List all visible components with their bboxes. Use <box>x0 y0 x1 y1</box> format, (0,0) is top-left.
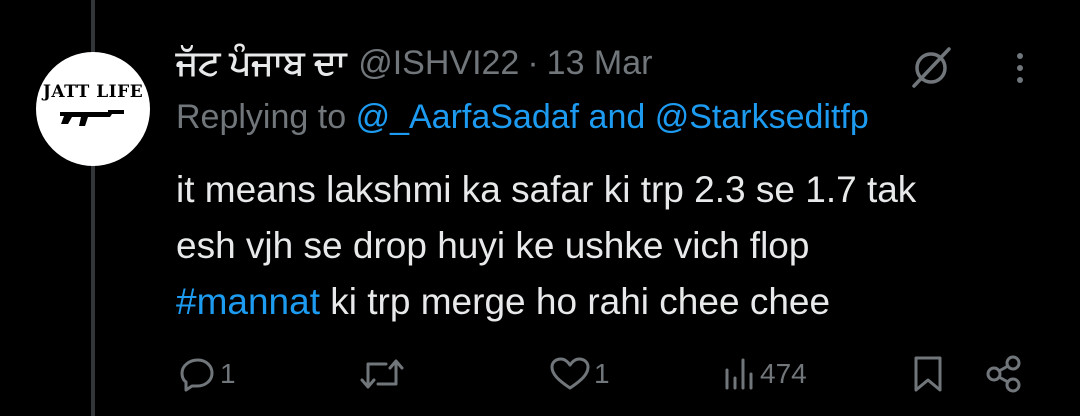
tweet-text-line: #mannat ki trp merge ho rahi chee chee <box>176 274 1056 330</box>
retweet-icon <box>360 359 404 389</box>
action-bar: 1 1 474 <box>0 350 1080 400</box>
share-icon <box>986 355 1021 393</box>
replying-mentions[interactable]: @_AarfaSadaf and @Starkseditfp <box>356 98 869 136</box>
reply-button[interactable]: 1 <box>178 350 236 398</box>
views-count: 474 <box>760 358 807 389</box>
like-count: 1 <box>594 358 610 389</box>
replying-to: Replying to @_AarfaSadaf and @Starksedit… <box>176 98 869 137</box>
more-vertical-icon[interactable] <box>1005 48 1035 88</box>
views-button[interactable]: 474 <box>722 350 807 398</box>
separator-dot: · <box>527 43 539 82</box>
hashtag-link[interactable]: #mannat <box>176 281 320 322</box>
heart-icon <box>550 357 590 390</box>
tweet-header: ਜੱਟ ਪੰਜਾਬ ਦਾ @ISHVI22 · 13 Mar <box>176 38 653 88</box>
views-icon <box>725 358 753 390</box>
bookmark-icon <box>914 356 942 392</box>
grok-icon[interactable] <box>907 44 955 92</box>
user-handle[interactable]: @ISHVI22 <box>358 44 519 83</box>
retweet-button[interactable] <box>358 350 408 398</box>
display-name[interactable]: ਜੱਟ ਪੰਜਾਬ ਦਾ <box>176 44 346 83</box>
tweet-text-line: esh vjh se drop huyi ke ushke vich flop <box>176 225 810 266</box>
tweet-text-line: it means lakshmi ka safar ki trp 2.3 se … <box>176 169 917 210</box>
tweet-text: it means lakshmi ka safar ki trp 2.3 se … <box>176 162 1056 330</box>
like-button[interactable]: 1 <box>548 350 610 398</box>
replying-prefix: Replying to <box>176 98 347 136</box>
tweet-date[interactable]: 13 Mar <box>547 44 653 83</box>
reply-icon <box>180 358 214 392</box>
bookmark-button[interactable] <box>910 350 946 398</box>
avatar-logo-text: JATT LIFE <box>42 82 144 102</box>
rifle-icon <box>60 110 124 126</box>
avatar[interactable]: JATT LIFE <box>36 52 150 166</box>
share-button[interactable] <box>984 350 1024 398</box>
tweet-text-rest: ki trp merge ho rahi chee chee <box>320 281 831 322</box>
reply-count: 1 <box>220 358 236 389</box>
